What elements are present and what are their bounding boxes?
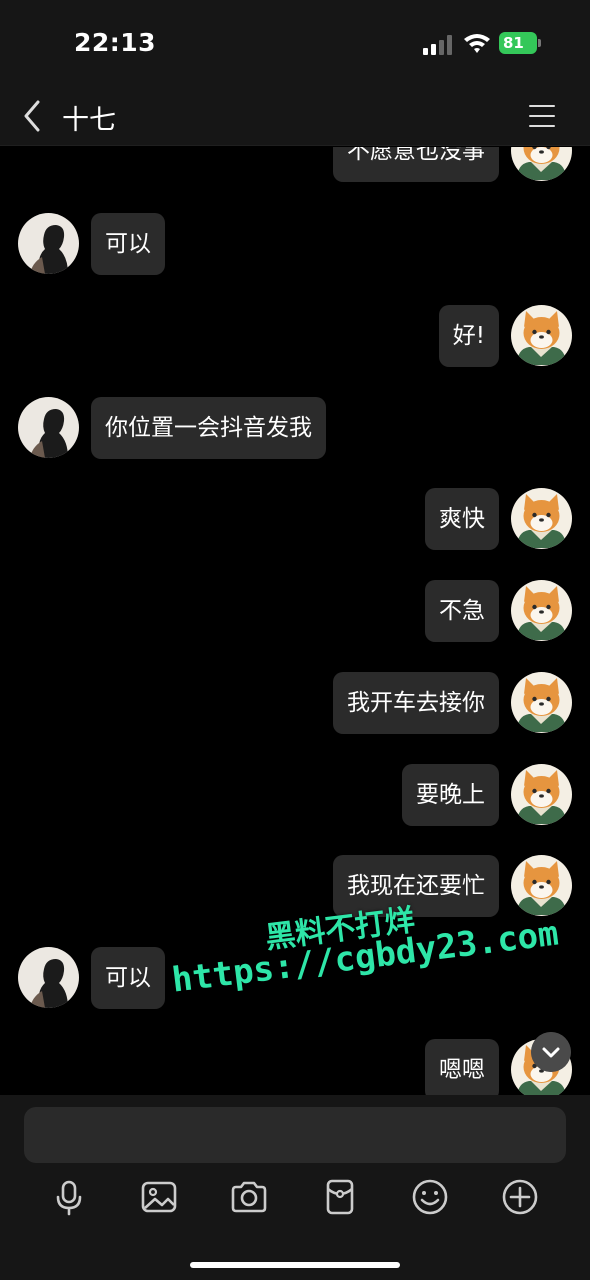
home-indicator[interactable]	[190, 1262, 400, 1268]
input-panel	[0, 1095, 590, 1280]
status-bar: 22:13 81	[0, 0, 590, 88]
my-avatar[interactable]	[511, 488, 572, 549]
message-row: 可以	[0, 947, 590, 1009]
contact-avatar[interactable]	[18, 397, 79, 458]
back-chevron-icon[interactable]	[16, 96, 52, 136]
menu-icon[interactable]	[526, 100, 558, 132]
battery-indicator: 81	[499, 32, 537, 54]
battery-tip	[538, 39, 541, 47]
wifi-icon	[464, 34, 490, 53]
message-bubble[interactable]: 我现在还要忙	[333, 855, 499, 917]
my-avatar[interactable]	[511, 580, 572, 641]
message-row: 要晚上	[0, 764, 590, 826]
status-time: 22:13	[74, 28, 157, 57]
message-bubble[interactable]: 可以	[91, 213, 165, 275]
red-packet-icon[interactable]	[320, 1177, 360, 1217]
message-input[interactable]	[24, 1107, 566, 1163]
contact-avatar[interactable]	[18, 213, 79, 274]
my-avatar[interactable]	[511, 764, 572, 825]
message-bubble[interactable]: 爽快	[425, 488, 499, 550]
message-bubble[interactable]: 好!	[438, 305, 499, 367]
chat-title[interactable]: 十七	[62, 98, 116, 137]
message-row: 我开车去接你	[0, 672, 590, 734]
message-list[interactable]: 不愿意也没事 可以 好! 你位置一会抖音发我 爽快 不急 我开车去接你 要晚上 …	[0, 147, 590, 1095]
message-row: 你位置一会抖音发我	[0, 397, 590, 459]
message-bubble[interactable]: 我开车去接你	[333, 672, 499, 734]
message-bubble[interactable]: 不愿意也没事	[333, 147, 499, 182]
contact-avatar[interactable]	[18, 947, 79, 1008]
my-avatar[interactable]	[511, 855, 572, 916]
scroll-down-icon[interactable]	[531, 1032, 571, 1072]
message-row: 嗯嗯	[0, 1039, 590, 1095]
message-row: 好!	[0, 305, 590, 367]
camera-icon[interactable]	[229, 1177, 269, 1217]
message-bubble[interactable]: 你位置一会抖音发我	[91, 397, 326, 459]
plus-icon[interactable]	[500, 1177, 540, 1217]
message-row: 爽快	[0, 488, 590, 550]
my-avatar[interactable]	[511, 305, 572, 366]
my-avatar[interactable]	[511, 672, 572, 733]
message-bubble[interactable]: 可以	[91, 947, 165, 1009]
message-row: 我现在还要忙	[0, 855, 590, 917]
emoji-icon[interactable]	[410, 1177, 450, 1217]
message-row: 不愿意也没事	[0, 147, 590, 182]
message-bubble[interactable]: 不急	[425, 580, 499, 642]
microphone-icon[interactable]	[49, 1177, 89, 1217]
message-bubble[interactable]: 要晚上	[402, 764, 499, 826]
image-icon[interactable]	[139, 1177, 179, 1217]
my-avatar[interactable]	[511, 147, 572, 181]
chat-header: 十七	[0, 88, 590, 146]
message-bubble[interactable]: 嗯嗯	[425, 1039, 499, 1095]
cellular-signal-icon	[423, 35, 453, 55]
message-row: 可以	[0, 213, 590, 275]
message-row: 不急	[0, 580, 590, 642]
